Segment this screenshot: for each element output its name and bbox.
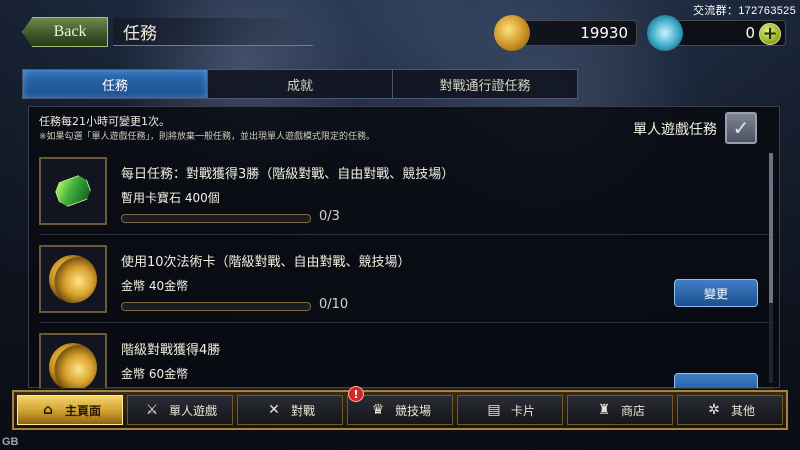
crystal-counter: 0 +: [647, 15, 786, 51]
coins-icon: [49, 255, 97, 303]
watermark-text: 交流群：172763525: [693, 5, 796, 17]
other-icon: ✲: [708, 402, 720, 418]
mission-change-info: 任務每21小時可變更1次。: [39, 115, 170, 128]
back-button[interactable]: Back: [22, 17, 108, 47]
checkmark-icon: ✓: [732, 116, 750, 140]
mission-reward: 金幣 60金幣: [121, 367, 189, 381]
cards-icon: ▤: [487, 402, 501, 418]
sword-icon: ⚔: [145, 402, 159, 418]
mission-title: 每日任務：對戰獲得3勝（階級對戰、自由對戰、競技場）: [121, 167, 455, 182]
nav-other[interactable]: ✲ 其他: [677, 395, 783, 425]
nav-label: 卡片: [510, 403, 535, 418]
nav-shop[interactable]: ♜ 商店: [567, 395, 673, 425]
gold-value: 19930: [580, 24, 628, 42]
mission-title: 階級對戰獲得4勝: [121, 343, 221, 358]
bottom-navigation: ⌂ 主頁面 ⚔ 單人遊戲 ✕ 對戰 ! ♛ 競技場 ▤ 卡片 ♜ 商店 ✲ 其他: [12, 386, 788, 430]
mission-scrollbar[interactable]: [769, 153, 773, 383]
nav-cards[interactable]: ▤ 卡片: [457, 395, 563, 425]
nav-label: 競技場: [394, 403, 431, 418]
shop-icon: ♜: [597, 402, 611, 418]
crossed-swords-icon: ✕: [268, 402, 280, 418]
mission-reward: 暫用卡寶石 400個: [121, 191, 220, 205]
mission-reward-thumb: [39, 157, 107, 225]
solo-mission-note: ※如果勾選「單人遊戲任務」，則將放棄一般任務，並出現單人遊戲模式限定的任務。: [39, 132, 376, 142]
mission-item: 每日任務：對戰獲得3勝（階級對戰、自由對戰、競技場） 暫用卡寶石 400個 0/…: [39, 157, 774, 235]
mission-title: 使用10次法術卡（階級對戰、自由對戰、競技場）: [121, 255, 411, 270]
solo-mission-label: 單人遊戲任務: [633, 122, 717, 138]
nav-solo-play[interactable]: ⚔ 單人遊戲: [127, 395, 233, 425]
mission-reward-thumb: [39, 245, 107, 313]
solo-mission-checkbox[interactable]: ✓: [725, 112, 757, 144]
home-icon: ⌂: [42, 402, 53, 418]
arena-icon: ♛: [371, 402, 385, 418]
nav-arena[interactable]: ! ♛ 競技場: [347, 386, 453, 425]
nav-label: 主頁面: [64, 403, 101, 418]
mission-item: 使用10次法術卡（階級對戰、自由對戰、競技場） 金幣 40金幣 0/10 變更: [39, 245, 774, 323]
mission-reward: 金幣 40金幣: [121, 279, 189, 293]
mission-tabs: 任務 成就 對戰通行證任務: [22, 69, 578, 99]
add-crystal-button[interactable]: +: [759, 23, 781, 45]
mission-panel: 任務每21小時可變更1次。 ※如果勾選「單人遊戲任務」，則將放棄一般任務，並出現…: [28, 106, 780, 389]
nav-label: 對戰: [290, 403, 315, 418]
tab-missions[interactable]: 任務: [23, 70, 208, 98]
corner-logo: GB: [2, 436, 19, 448]
change-mission-button[interactable]: 變更: [674, 279, 758, 307]
nav-label: 其他: [730, 403, 755, 418]
mission-item: 階級對戰獲得4勝 金幣 60金幣: [39, 333, 774, 389]
mission-progress-text: 0/3: [319, 209, 340, 224]
mission-progress-text: 0/10: [319, 297, 349, 312]
gold-coin-icon: [494, 15, 530, 51]
change-mission-button[interactable]: [674, 373, 758, 388]
coins-icon: [49, 343, 97, 388]
crystal-value: 0: [745, 24, 755, 42]
gem-icon: [53, 173, 94, 209]
mission-progress-bar: [121, 214, 311, 223]
nav-home[interactable]: ⌂ 主頁面: [17, 395, 123, 425]
tab-battle-pass-missions[interactable]: 對戰通行證任務: [393, 70, 577, 98]
nav-battle[interactable]: ✕ 對戰: [237, 395, 343, 425]
gold-counter: 19930: [494, 15, 637, 51]
alert-badge: !: [348, 386, 364, 402]
mission-reward-thumb: [39, 333, 107, 388]
crystal-icon: [647, 15, 683, 51]
nav-label: 單人遊戲: [168, 403, 217, 418]
tab-achievements[interactable]: 成就: [208, 70, 393, 98]
scrollbar-thumb[interactable]: [769, 153, 773, 303]
nav-label: 商店: [620, 403, 645, 418]
mission-progress-bar: [121, 302, 311, 311]
page-title: 任務: [113, 18, 313, 46]
